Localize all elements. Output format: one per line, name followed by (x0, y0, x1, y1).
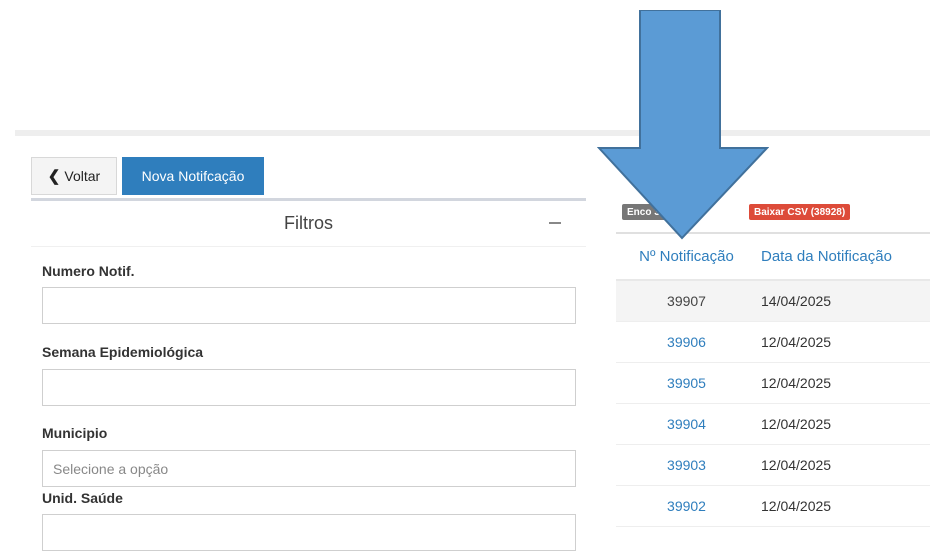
notification-date: 12/04/2025 (761, 334, 832, 350)
table-row[interactable]: 39906 12/04/2025 (616, 322, 930, 363)
notification-number-link[interactable]: 39907 (616, 293, 757, 309)
notification-number-input[interactable] (42, 287, 576, 324)
epi-week-label: Semana Epidemiológica (42, 344, 204, 360)
notification-date: 12/04/2025 (761, 457, 832, 473)
notification-number-link[interactable]: 39903 (616, 457, 757, 473)
municipio-label: Municipio (42, 425, 108, 441)
notifications-table: Nº Notificação Data da Notificação 39907… (616, 232, 930, 527)
table-row[interactable]: 39902 12/04/2025 (616, 486, 930, 527)
filters-header[interactable]: Filtros (31, 201, 586, 247)
notification-number-link[interactable]: 39904 (616, 416, 757, 432)
table-header: Nº Notificação Data da Notificação (616, 232, 930, 281)
minus-icon[interactable] (549, 222, 561, 224)
found-count-badge: Enco 39 mil (622, 204, 688, 220)
filters-title: Filtros (284, 213, 333, 233)
header-divider (15, 130, 930, 136)
chevron-left-icon: ❮ (47, 168, 61, 185)
notification-number-link[interactable]: 39906 (616, 334, 757, 350)
epi-week-input[interactable] (42, 369, 576, 406)
notification-date: 14/04/2025 (761, 293, 832, 309)
column-header-number[interactable]: Nº Notificação (616, 248, 757, 265)
column-header-date[interactable]: Data da Notificação (757, 248, 930, 265)
back-button-label: Voltar (64, 168, 101, 184)
table-row[interactable]: 39905 12/04/2025 (616, 363, 930, 404)
health-unit-select[interactable] (42, 514, 576, 551)
notification-date: 12/04/2025 (761, 375, 832, 391)
notification-date: 12/04/2025 (761, 416, 832, 432)
filters-panel: Filtros Numero Notif. Semana Epidemiológ… (31, 198, 586, 551)
table-row[interactable]: 39904 12/04/2025 (616, 404, 930, 445)
download-csv-button[interactable]: Baixar CSV (38928) (749, 204, 851, 220)
notification-number-label: Numero Notif. (42, 263, 135, 279)
notification-number-link[interactable]: 39905 (616, 375, 757, 391)
table-row[interactable]: 39907 14/04/2025 (616, 281, 930, 322)
notification-number-link[interactable]: 39902 (616, 498, 757, 514)
municipio-select[interactable]: Selecione a opção (42, 450, 576, 487)
new-notification-button[interactable]: Nova Notifcação (122, 157, 264, 195)
table-row[interactable]: 39903 12/04/2025 (616, 445, 930, 486)
back-button[interactable]: ❮ Voltar (31, 157, 117, 195)
notification-date: 12/04/2025 (761, 498, 832, 514)
health-unit-label: Unid. Saúde (42, 490, 123, 506)
